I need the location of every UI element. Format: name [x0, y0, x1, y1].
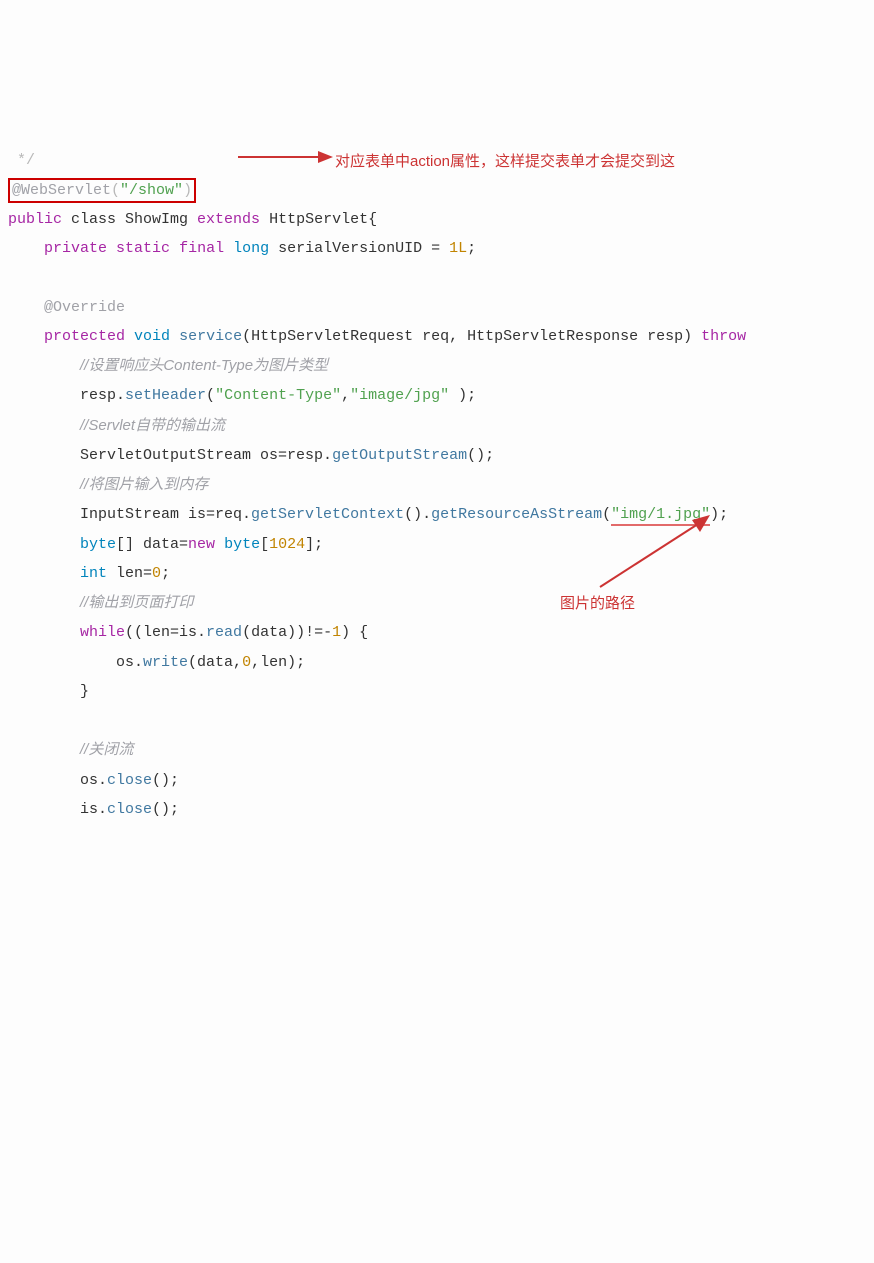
type: byte [80, 536, 116, 553]
fn: service [179, 328, 242, 345]
fn: getOutputStream [332, 447, 467, 464]
comment: //Servlet自带的输出流 [80, 417, 225, 434]
fn: read [206, 624, 242, 641]
kw: final [179, 240, 224, 257]
kw: void [134, 328, 170, 345]
kw-while: while [80, 624, 125, 641]
paren: ) [183, 182, 192, 199]
fn: close [107, 801, 152, 818]
annotation-arg: "/show" [120, 182, 183, 199]
txt: class [62, 211, 125, 228]
fn: setHeader [125, 387, 206, 404]
kw: protected [44, 328, 125, 345]
annotation-note-mid: 图片的路径 [560, 589, 635, 618]
comment: //设置响应头Content-Type为图片类型 [80, 357, 328, 374]
num: 1024 [269, 536, 305, 553]
num: 0 [152, 565, 161, 582]
str: "Content-Type" [215, 387, 341, 404]
resource-path-string: "img/1.jpg" [611, 506, 710, 526]
txt: HttpServlet{ [260, 211, 377, 228]
comment: //输出到页面打印 [80, 594, 193, 611]
brace: } [8, 683, 89, 700]
kw-public: public [8, 211, 62, 228]
comment: //将图片输入到内存 [80, 476, 208, 493]
paren: ( [111, 182, 120, 199]
kw: private [44, 240, 107, 257]
semi: ; [467, 240, 476, 257]
type: byte [224, 536, 260, 553]
comment: //关闭流 [80, 741, 133, 758]
num: 1L [449, 240, 467, 257]
txt: serialVersionUID = [269, 240, 449, 257]
type: int [80, 565, 107, 582]
comment-end: */ [8, 152, 35, 169]
annotation-note-top: 对应表单中action属性，这样提交表单才会提交到这 [335, 147, 675, 176]
txt: InputStream is=req. [8, 506, 251, 523]
str: "image/jpg" [350, 387, 449, 404]
params: (HttpServletRequest req, HttpServletResp… [242, 328, 701, 345]
kw-extends: extends [197, 211, 260, 228]
classname: ShowImg [125, 211, 197, 228]
arrow-right-icon [238, 147, 333, 167]
type: long [233, 240, 269, 257]
fn: getServletContext [251, 506, 404, 523]
kw: throw [701, 328, 746, 345]
annotation-highlight-box: @WebServlet("/show") [8, 178, 196, 203]
annotation-name: @WebServlet [12, 182, 111, 199]
kw: static [116, 240, 170, 257]
fn: getResourceAsStream [431, 506, 602, 523]
indent [8, 240, 44, 257]
code-viewer: */ @WebServlet("/show") public class Sho… [0, 117, 874, 1117]
fn: close [107, 772, 152, 789]
override-annotation: @Override [44, 299, 125, 316]
fn: write [143, 654, 188, 671]
kw: new [188, 536, 215, 553]
num: 1 [332, 624, 341, 641]
txt: resp. [8, 387, 125, 404]
txt: ServletOutputStream os=resp. [8, 447, 332, 464]
num: 0 [242, 654, 251, 671]
